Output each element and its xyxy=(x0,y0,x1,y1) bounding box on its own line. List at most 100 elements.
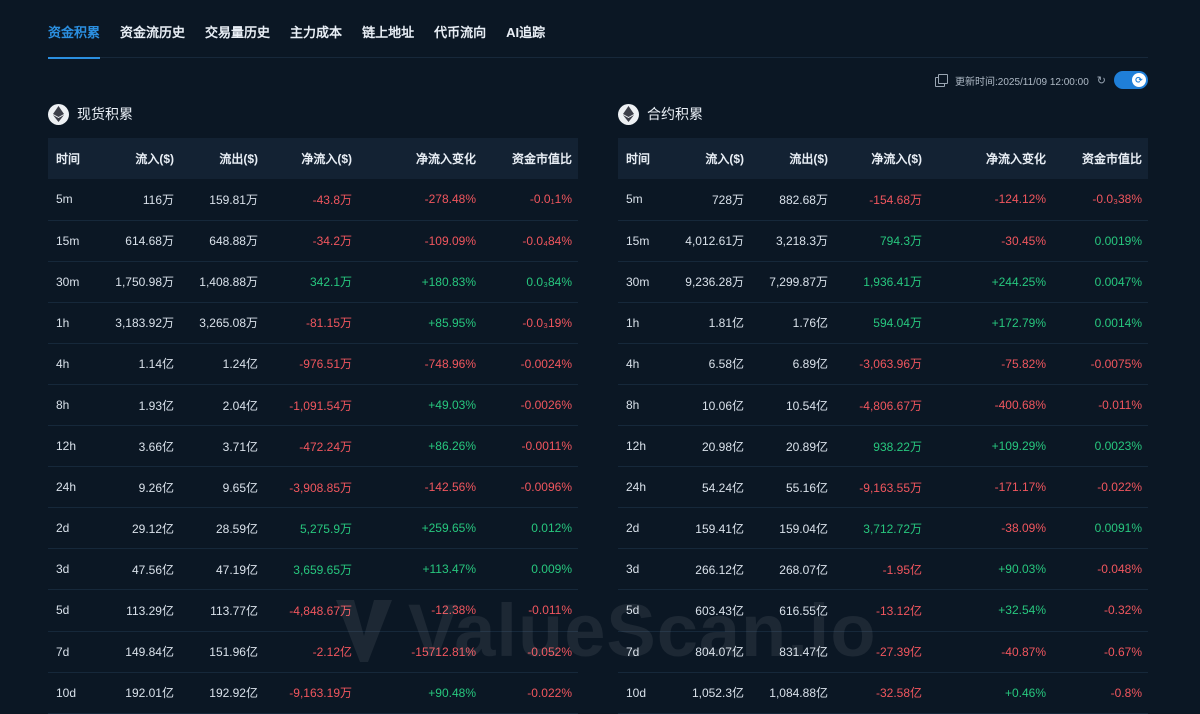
table-row: 10d 1,052.3亿 1,084.88亿 -32.58亿 +0.46% -0.8% xyxy=(618,672,1148,714)
table-cell: 159.41亿 xyxy=(672,507,750,550)
table-cell: 151.96亿 xyxy=(180,631,264,673)
tab-fund-accumulation[interactable]: 资金积累 xyxy=(48,0,101,59)
table-cell: -0.0₄84% xyxy=(482,220,578,262)
table-cell: 159.04亿 xyxy=(750,507,834,550)
table-cell: 603.43亿 xyxy=(672,589,750,632)
table-cell: -30.45% xyxy=(928,220,1052,262)
table-cell: +86.26% xyxy=(358,425,482,468)
table-cell: 47.19亿 xyxy=(180,548,264,591)
table-cell: 0.0023% xyxy=(1052,425,1148,468)
table-cell: 4h xyxy=(48,343,102,385)
table-cell: -1.95亿 xyxy=(834,548,928,591)
table-cell: -9,163.55万 xyxy=(834,466,928,509)
tab-onchain-address[interactable]: 链上地址 xyxy=(362,0,414,58)
table-cell: -12.38% xyxy=(358,589,482,632)
table-header-row: 时间 流入($) 流出($) 净流入($) 净流入变化 资金市值比 xyxy=(48,138,578,179)
table-cell: 20.98亿 xyxy=(672,425,750,468)
table-cell: 2d xyxy=(618,507,672,550)
table-cell: -32.58亿 xyxy=(834,672,928,714)
table-cell: 804.07亿 xyxy=(672,631,750,673)
table-cell: -278.48% xyxy=(358,179,482,221)
table-cell: 1.76亿 xyxy=(750,302,834,344)
tab-fund-flow-history[interactable]: 资金流历史 xyxy=(120,0,185,58)
table-cell: -400.68% xyxy=(928,384,1052,427)
column-header: 流入($) xyxy=(705,152,744,166)
table-cell: 5d xyxy=(48,589,102,632)
table-row: 24h 9.26亿 9.65亿 -3,908.85万 -142.56% -0.0096% xyxy=(48,466,578,509)
table-row: 12h 3.66亿 3.71亿 -472.24万 +86.26% -0.0011% xyxy=(48,425,578,468)
table-cell: 3,659.65万 xyxy=(264,548,358,591)
table-row: 2d 29.12亿 28.59亿 5,275.9万 +259.65% 0.012% xyxy=(48,507,578,550)
table-cell: +244.25% xyxy=(928,261,1052,303)
table-cell: 7,299.87万 xyxy=(750,261,834,303)
table-cell: -0.0096% xyxy=(482,466,578,509)
table-cell: 10d xyxy=(48,672,102,714)
table-cell: 0.0019% xyxy=(1052,220,1148,262)
table-cell: 1,936.41万 xyxy=(834,261,928,303)
auto-refresh-toggle[interactable]: ⟳ xyxy=(1114,71,1148,89)
tab-volume-history[interactable]: 交易量历史 xyxy=(205,0,270,58)
table-cell: 54.24亿 xyxy=(672,466,750,509)
table-cell: 55.16亿 xyxy=(750,466,834,509)
spot-table-body: 5m 116万 159.81万 -43.8万 -278.48% -0.0₁1% 15m 614… xyxy=(48,179,578,714)
table-row: 3d 266.12亿 268.07亿 -1.95亿 +90.03% -0.048% xyxy=(618,548,1148,591)
table-cell: 192.01亿 xyxy=(102,672,180,714)
table-cell: -748.96% xyxy=(358,343,482,385)
table-cell: 5m xyxy=(48,179,102,221)
table-cell: 10.06亿 xyxy=(672,384,750,427)
table-cell: 6.58亿 xyxy=(672,343,750,385)
table-cell: -75.82% xyxy=(928,343,1052,385)
table-cell: 1,084.88亿 xyxy=(750,672,834,714)
futures-table-body: 5m 728万 882.68万 -154.68万 -124.12% -0.0₃38% 15m… xyxy=(618,179,1148,714)
table-cell: 24h xyxy=(48,466,102,509)
column-header: 资金市值比 xyxy=(511,152,572,166)
table-cell: 29.12亿 xyxy=(102,507,180,550)
column-header: 净流入变化 xyxy=(415,152,476,166)
table-cell: 268.07亿 xyxy=(750,548,834,591)
table-cell: -0.052% xyxy=(482,631,578,673)
tab-token-flow[interactable]: 代币流向 xyxy=(434,0,486,58)
table-cell: 20.89亿 xyxy=(750,425,834,468)
table-cell: +259.65% xyxy=(358,507,482,550)
ethereum-icon xyxy=(618,103,639,125)
table-cell: -154.68万 xyxy=(834,179,928,221)
table-cell: -0.8% xyxy=(1052,672,1148,714)
table-cell: 3.71亿 xyxy=(180,425,264,468)
table-row: 4h 1.14亿 1.24亿 -976.51万 -748.96% -0.0024% xyxy=(48,343,578,385)
table-row: 7d 149.84亿 151.96亿 -2.12亿 -15712.81% -0.052% xyxy=(48,631,578,673)
table-cell: 7d xyxy=(48,631,102,673)
table-cell: 1,408.88万 xyxy=(180,261,264,303)
column-header: 流出($) xyxy=(789,152,828,166)
table-cell: 3,712.72万 xyxy=(834,507,928,550)
table-cell: 3,183.92万 xyxy=(102,302,180,344)
table-cell: +90.03% xyxy=(928,548,1052,591)
column-header: 流出($) xyxy=(219,152,258,166)
table-cell: 9,236.28万 xyxy=(672,261,750,303)
table-cell: 266.12亿 xyxy=(672,548,750,591)
table-cell: 831.47亿 xyxy=(750,631,834,673)
table-cell: 0.0047% xyxy=(1052,261,1148,303)
refresh-icon[interactable]: ↻ xyxy=(1097,74,1106,87)
table-row: 1h 1.81亿 1.76亿 594.04万 +172.79% 0.0014% xyxy=(618,302,1148,344)
table-cell: -0.022% xyxy=(482,672,578,714)
tab-ai-tracking[interactable]: AI追踪 xyxy=(506,0,545,58)
table-cell: 3.66亿 xyxy=(102,425,180,468)
table-row: 5d 603.43亿 616.55亿 -13.12亿 +32.54% -0.32% xyxy=(618,589,1148,632)
table-row: 12h 20.98亿 20.89亿 938.22万 +109.29% 0.0023% xyxy=(618,425,1148,468)
table-row: 30m 9,236.28万 7,299.87万 1,936.41万 +244.25% 0.… xyxy=(618,261,1148,303)
toggle-knob-icon: ⟳ xyxy=(1132,73,1146,87)
futures-panel: 合约积累 时间 流入($) 流出($) 净流入($) 净流入变化 资金市值比 5… xyxy=(618,102,1148,714)
table-cell: 648.88万 xyxy=(180,220,264,262)
column-header: 净流入($) xyxy=(301,152,352,166)
futures-table: 时间 流入($) 流出($) 净流入($) 净流入变化 资金市值比 5m 728万… xyxy=(618,138,1148,714)
table-cell: 9.26亿 xyxy=(102,466,180,509)
table-cell: 6.89亿 xyxy=(750,343,834,385)
copy-icon[interactable] xyxy=(934,74,948,87)
table-cell: -43.8万 xyxy=(264,179,358,221)
table-row: 1h 3,183.92万 3,265.08万 -81.15万 +85.95% -0.0₃1… xyxy=(48,302,578,344)
table-cell: 1.93亿 xyxy=(102,384,180,427)
table-cell: -109.09% xyxy=(358,220,482,262)
tab-main-cost[interactable]: 主力成本 xyxy=(290,0,342,58)
table-cell: -0.67% xyxy=(1052,631,1148,673)
table-cell: -34.2万 xyxy=(264,220,358,262)
